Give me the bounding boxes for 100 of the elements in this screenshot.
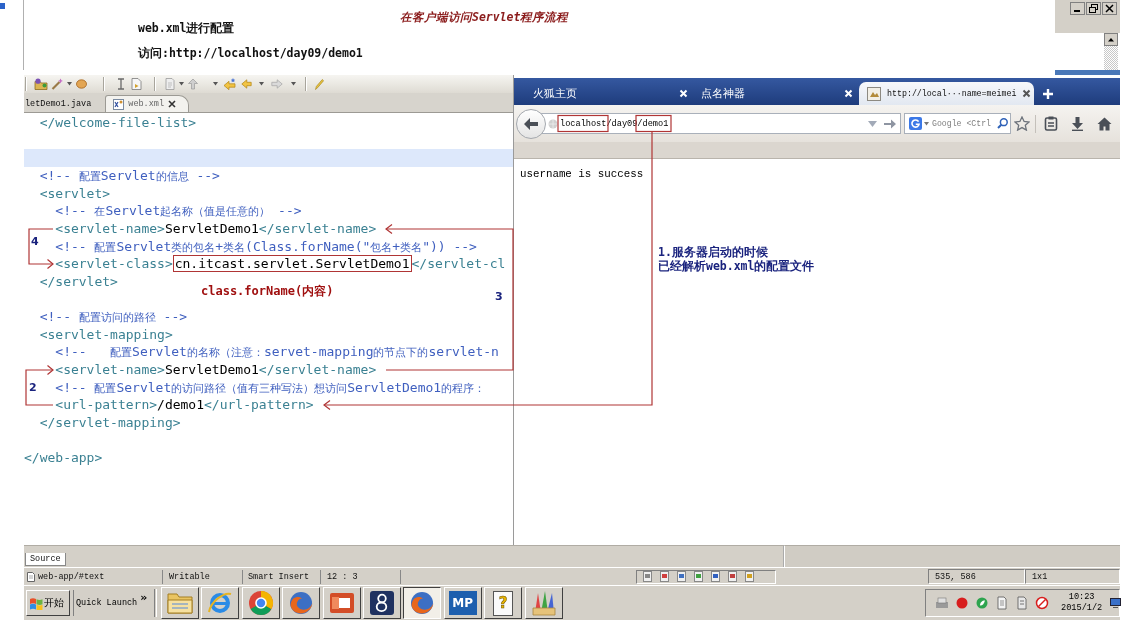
view-tab[interactable]: Source <box>25 553 66 566</box>
tab-label: letDemo1.java <box>25 98 92 109</box>
caret-icon[interactable] <box>213 82 218 86</box>
note-text: 访问:http://localhost/day09/demo1 <box>138 46 363 60</box>
code-line: </web-app> <box>24 449 103 467</box>
tray-icon[interactable] <box>711 571 720 582</box>
file-icon <box>27 571 35 582</box>
arrow-right-icon[interactable] <box>884 118 896 129</box>
scroll-up-icon[interactable] <box>1104 33 1118 46</box>
status-text: web-app/#text <box>38 571 105 582</box>
no-entry-icon[interactable] <box>1035 596 1049 610</box>
document-icon[interactable] <box>130 78 142 90</box>
clock-date: 2015/1/2 <box>1061 603 1103 614</box>
caret-icon[interactable] <box>924 121 929 126</box>
search-engine-icon[interactable] <box>909 117 922 130</box>
code-line: <servlet-mapping> <box>39 325 173 344</box>
globe-icon <box>548 118 558 129</box>
callout-label: class.forName(内容) <box>201 285 334 298</box>
arrow-left-icon <box>523 116 539 131</box>
document-icon[interactable] <box>1015 596 1029 610</box>
tray-icon[interactable] <box>694 571 703 582</box>
tab-label: 点名神器 <box>701 86 746 101</box>
caret-icon[interactable] <box>291 82 296 86</box>
star-icon[interactable] <box>1014 116 1030 131</box>
code-line: </servlet> <box>39 272 118 291</box>
code-line: <servlet> <box>39 184 111 203</box>
address-bar[interactable]: localhost/day09/demo1 <box>539 113 901 134</box>
taskbar-button[interactable] <box>403 587 442 619</box>
scrollbar[interactable] <box>1104 33 1118 70</box>
tray-icon[interactable] <box>643 571 652 582</box>
tray-icon[interactable] <box>745 571 754 582</box>
monitor-icon[interactable] <box>1110 598 1122 608</box>
tab-label: http://local···name=meimei <box>887 89 1017 98</box>
search-box[interactable]: Google <Ctrl <box>904 113 1011 134</box>
flag-icon <box>29 596 43 610</box>
record-icon[interactable] <box>955 596 969 610</box>
folder-icon[interactable] <box>34 78 48 90</box>
search-field[interactable]: Google <Ctrl <box>932 116 997 131</box>
color-wheel-icon <box>246 589 275 617</box>
step-number: 4 <box>31 236 39 248</box>
code-line: <servlet-name>ServletDemo1</servlet-name> <box>55 360 377 379</box>
code-line: <!-- 配置Servlet类的包名+类名(Class.forName("包名+类名")) --> <box>55 237 477 256</box>
code-line: <servlet-class>cn.itcast.servlet.ServletDemo1</servlet-cl <box>55 255 506 273</box>
search-icon[interactable] <box>997 118 1008 129</box>
tray-icon[interactable] <box>728 571 737 582</box>
code-line: </servlet-mapping> <box>39 413 181 432</box>
start-button[interactable]: 开始 <box>26 590 70 616</box>
status-text: Smart Insert <box>248 571 310 582</box>
tray-icon[interactable] <box>677 571 686 582</box>
bracket-arrow <box>25 364 54 406</box>
caret-icon[interactable] <box>179 82 184 86</box>
tray-icon[interactable] <box>660 571 669 582</box>
code-line: <!-- 配置Servlet的名称（注意：servet-mapping的节点下的servlet-n <box>55 343 499 361</box>
size-readout: 1x1 <box>1025 569 1120 584</box>
caret-icon[interactable] <box>67 82 72 86</box>
download-icon[interactable] <box>1071 116 1084 131</box>
close-icon[interactable] <box>1102 2 1117 15</box>
page-title: 在客户端访问Servlet程序流程 <box>400 10 569 24</box>
clock-time: 10:23 <box>1068 592 1095 603</box>
url-field[interactable]: localhost/day09/demo1 <box>560 116 866 131</box>
editor-tab[interactable]: letDemo1.java <box>24 95 106 112</box>
minimize-icon[interactable] <box>1070 2 1085 15</box>
wand-icon[interactable] <box>51 78 63 90</box>
note-text: web.xml进行配置 <box>138 21 235 35</box>
text-cursor-icon[interactable] <box>117 78 125 90</box>
code-line: <servlet-name>ServletDemo1</servlet-name> <box>55 219 377 238</box>
leaf-icon[interactable] <box>975 596 989 610</box>
marker-icon <box>0 3 5 9</box>
code-line: <!-- 配置Servlet的访问路径（值有三种写法）想访问ServletDemo1的程序： <box>55 378 486 397</box>
editor-tab[interactable]: web.xml <box>105 95 190 112</box>
figure-eight-icon <box>367 589 396 617</box>
bracket-arrow <box>28 228 54 270</box>
taskbar-button[interactable]: MP <box>443 587 482 619</box>
file-icon <box>113 98 125 110</box>
step-number: 2 <box>29 382 37 394</box>
back-button[interactable] <box>516 108 546 139</box>
document-icon[interactable] <box>995 596 1009 610</box>
coordinates-readout: 535, 586 <box>928 569 1025 584</box>
arrow-left-icon[interactable] <box>223 78 236 90</box>
status-text: 12 : 3 <box>327 571 358 582</box>
close-icon[interactable] <box>1022 89 1032 98</box>
close-icon[interactable] <box>168 100 177 108</box>
disc-icon[interactable] <box>76 79 87 89</box>
home-icon[interactable] <box>1097 116 1112 131</box>
toolbar-label: Quick Launch <box>76 598 138 608</box>
code-line: <!-- 在Servlet起名称（值是任意的） --> <box>55 202 302 220</box>
code-line: <!-- 配置访问的路径 --> <box>39 308 188 326</box>
tab-label: 火狐主页 <box>533 86 578 101</box>
browser-tab[interactable]: 火狐主页 <box>514 82 694 105</box>
code-line: <!-- 配置Servlet的信息 --> <box>39 167 220 185</box>
status-text: Writable <box>169 571 210 582</box>
restore-icon[interactable] <box>1086 2 1101 15</box>
browser-tab[interactable]: 点名神器 <box>694 82 859 105</box>
caret-icon[interactable] <box>259 82 264 86</box>
code-line: </welcome-file-list> <box>39 114 197 132</box>
more-button[interactable]: » <box>140 591 148 604</box>
plus-icon[interactable] <box>1042 88 1054 100</box>
browser-tab[interactable]: http://local···name=meimei <box>859 82 1034 105</box>
tab-label: web.xml <box>128 99 165 109</box>
clipboard-icon[interactable] <box>1044 116 1058 131</box>
